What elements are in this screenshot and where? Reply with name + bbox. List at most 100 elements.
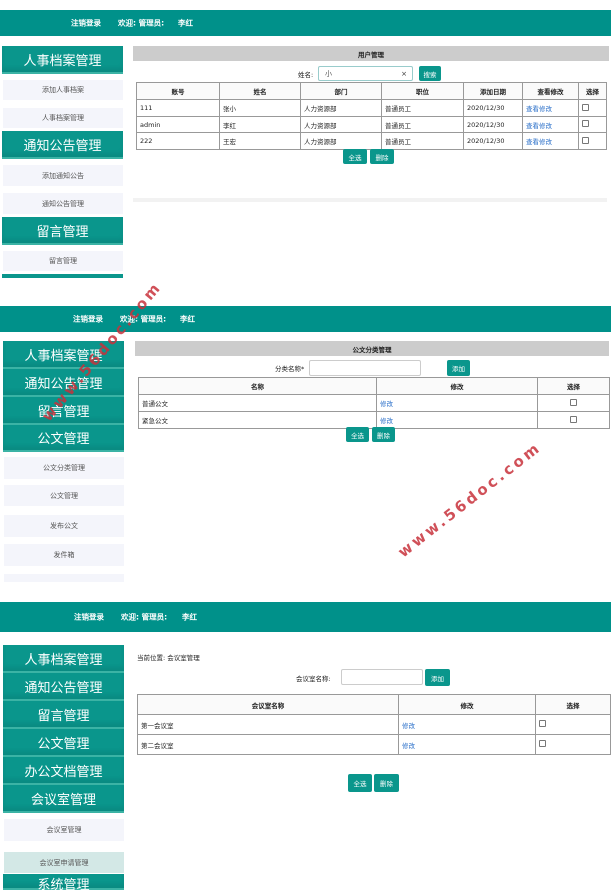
sidebar-block-message[interactable]: 留言管理 (3, 701, 124, 729)
sidebar-block-message[interactable]: 留言管理 (2, 217, 123, 245)
sidebar-item-add-notice[interactable]: 添加通知公告 (3, 165, 123, 186)
sidebar-item-doc-category[interactable]: 公文分类管理 (4, 457, 124, 479)
cell-room-name: 第一会议室 (137, 714, 399, 735)
cell-name: 张小 (219, 99, 301, 117)
top-header: 注销登录 欢迎: 管理员: 李红 (0, 10, 611, 36)
col-select: 选择 (537, 377, 610, 395)
sidebar-item-publish-doc[interactable]: 发布公文 (4, 515, 124, 537)
select-all-button[interactable]: 全选 (348, 774, 372, 792)
edit-link[interactable]: 修改 (398, 734, 536, 755)
col-name: 姓名 (219, 82, 301, 100)
sidebar-block-personnel[interactable]: 人事档案管理 (2, 46, 123, 74)
sidebar-block-personnel[interactable]: 人事档案管理 (3, 645, 124, 673)
cell-position: 普通员工 (381, 99, 464, 117)
welcome-text: 欢迎: 管理员: (121, 612, 168, 622)
page-title: 公文分类管理 (135, 341, 609, 356)
cell-dept: 人力资源部 (300, 116, 382, 133)
sidebar-item-meeting-request-manage[interactable]: 会议室申请管理 (4, 852, 124, 873)
category-table: 名称 修改 选择 普通公文 修改 紧急公文 修改 (138, 377, 610, 429)
cell-date: 2020/12/30 (463, 99, 523, 117)
sidebar-block-notice[interactable]: 通知公告管理 (3, 673, 124, 701)
top-header: 注销登录 欢迎: 管理员: 李红 (0, 602, 611, 632)
row-checkbox[interactable] (539, 720, 546, 727)
logout-link[interactable]: 注销登录 (71, 18, 101, 29)
sidebar-item-add-personnel[interactable]: 添加人事档案 (3, 80, 123, 100)
welcome-text: 欢迎: 管理员: (118, 18, 165, 28)
cell-account: 222 (136, 132, 220, 150)
cell-date: 2020/12/30 (463, 132, 523, 150)
view-edit-link[interactable]: 查看修改 (522, 132, 579, 150)
select-all-button[interactable]: 全选 (346, 427, 369, 442)
category-name-label: 分类名称* (275, 365, 305, 373)
row-checkbox[interactable] (582, 120, 589, 127)
select-all-button[interactable]: 全选 (343, 149, 367, 164)
cell-dept: 人力资源部 (300, 132, 382, 150)
row-checkbox[interactable] (539, 740, 546, 747)
sidebar-block-office-files[interactable]: 办公文档管理 (3, 757, 124, 785)
room-name-input[interactable] (341, 669, 423, 685)
cell-room-name: 第二会议室 (137, 734, 399, 755)
delete-button[interactable]: 删除 (370, 149, 394, 164)
row-checkbox[interactable] (570, 415, 577, 423)
search-input[interactable]: 小 × (318, 66, 413, 81)
cell-name: 紧急公文 (138, 411, 377, 429)
col-account: 账号 (136, 82, 220, 100)
user-name: 李红 (180, 314, 195, 324)
add-button[interactable]: 添加 (425, 669, 450, 686)
view-edit-link[interactable]: 查看修改 (522, 116, 579, 133)
cell-name: 王宏 (219, 132, 301, 150)
sidebar-item-outbox[interactable]: 发件箱 (4, 544, 124, 566)
edit-link[interactable]: 修改 (398, 714, 536, 735)
page-title: 用户管理 (133, 46, 609, 61)
sidebar-item-meeting-room-manage[interactable]: 会议室管理 (4, 819, 124, 841)
user-name: 李红 (178, 18, 193, 28)
delete-button[interactable]: 删除 (372, 427, 395, 442)
table-header: 账号 姓名 部门 职位 添加日期 查看修改 选择 (136, 82, 607, 100)
watermark: www.56doc.com (394, 438, 545, 562)
clear-icon[interactable]: × (401, 70, 407, 78)
sidebar-block-notice[interactable]: 通知公告管理 (2, 131, 123, 159)
view-edit-link[interactable]: 查看修改 (522, 99, 579, 117)
logout-link[interactable]: 注销登录 (73, 314, 103, 325)
sidebar-item-partial[interactable] (4, 574, 124, 582)
cell-dept: 人力资源部 (300, 99, 382, 117)
table-row: 第一会议室 修改 (137, 714, 611, 735)
delete-button[interactable]: 删除 (374, 774, 399, 792)
search-value: 小 (325, 69, 332, 78)
logout-link[interactable]: 注销登录 (74, 612, 104, 623)
breadcrumb: 当前位置: 会议室管理 (137, 654, 200, 662)
col-date: 添加日期 (463, 82, 523, 100)
table-row: 第二会议室 修改 (137, 734, 611, 755)
col-select: 选择 (535, 694, 611, 715)
col-edit: 修改 (398, 694, 536, 715)
search-button[interactable]: 搜索 (419, 66, 441, 81)
edit-link[interactable]: 修改 (376, 411, 538, 429)
add-button[interactable]: 添加 (447, 360, 470, 376)
table-header: 名称 修改 选择 (138, 377, 610, 395)
sidebar-block-document[interactable]: 公文管理 (3, 729, 124, 757)
cell-account: admin (136, 116, 220, 133)
divider (133, 198, 607, 202)
row-checkbox[interactable] (582, 103, 589, 111)
col-edit: 查看修改 (522, 82, 579, 100)
sidebar-block-meeting-room[interactable]: 会议室管理 (3, 785, 124, 813)
edit-link[interactable]: 修改 (376, 394, 538, 412)
sidebar-block-partial (2, 274, 123, 278)
sidebar-item-message-manage[interactable]: 留言管理 (3, 251, 123, 271)
row-checkbox[interactable] (570, 398, 577, 406)
sidebar-item-notice-manage[interactable]: 通知公告管理 (3, 193, 123, 214)
cell-date: 2020/12/30 (463, 116, 523, 133)
cell-name: 李红 (219, 116, 301, 133)
user-name: 李红 (182, 612, 197, 622)
cell-position: 普通员工 (381, 116, 464, 133)
sidebar-block-system[interactable]: 系统管理 (3, 874, 124, 893)
sidebar-block-document[interactable]: 公文管理 (3, 425, 124, 452)
col-select: 选择 (578, 82, 607, 100)
col-room-name: 会议室名称 (137, 694, 399, 715)
sidebar-item-doc-manage[interactable]: 公文管理 (4, 485, 124, 506)
sidebar-item-personnel-manage[interactable]: 人事档案管理 (3, 108, 123, 128)
row-checkbox[interactable] (582, 136, 589, 144)
category-name-input[interactable] (309, 360, 421, 376)
col-edit: 修改 (376, 377, 538, 395)
table-row: admin 李红 人力资源部 普通员工 2020/12/30 查看修改 (136, 116, 607, 133)
